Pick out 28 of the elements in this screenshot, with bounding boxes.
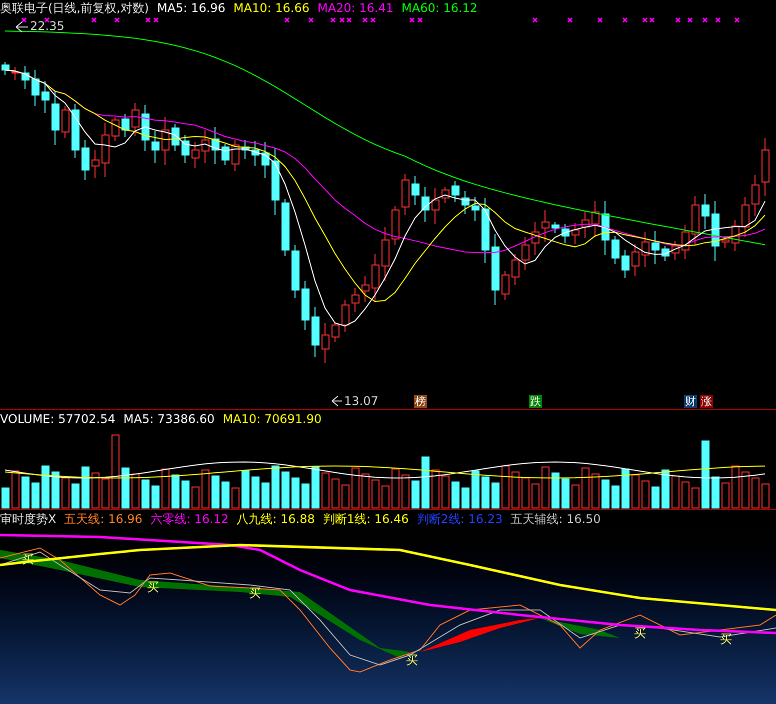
ma-value: MA10: 16.66 [233, 0, 310, 16]
volume-ma-value: MA5: 73386.60 [123, 411, 215, 427]
volume-value: VOLUME: 57702.54 [0, 411, 116, 427]
indicator-value: 判断2线: 16.23 [416, 511, 503, 527]
buy-signal-label: 买 [634, 627, 646, 639]
indicator-value: 五天线: 16.96 [64, 511, 142, 527]
volume-ma-value: MA10: 70691.90 [222, 411, 322, 427]
indicator-title: 审时度势X [0, 511, 56, 527]
pointer-arrow-icon [16, 22, 28, 32]
buy-signal-label: 买 [147, 581, 159, 593]
indicator-value: 六零线: 16.12 [150, 511, 229, 527]
indicator-value: 判断1线: 16.46 [322, 511, 409, 527]
low-price-label: 13.07 [344, 393, 378, 409]
event-marker[interactable]: 财 [684, 395, 697, 408]
pointer-arrow-icon [332, 396, 342, 406]
ma-value: MA5: 16.96 [157, 0, 226, 16]
ma-value: MA60: 16.12 [402, 0, 478, 16]
buy-signal-label: 买 [406, 654, 418, 666]
high-price-label: 22.35 [30, 18, 64, 34]
indicator-value: 八九线: 16.88 [236, 511, 315, 527]
buy-signal-label: 买 [249, 587, 261, 599]
event-marker[interactable]: 涨 [700, 395, 713, 408]
ma-value: MA20: 16.41 [317, 0, 394, 16]
indicator-value: 五天辅线: 16.50 [510, 511, 601, 527]
chart-title: 奥联电子(日线,前复权,对数) [0, 0, 149, 16]
event-marker[interactable]: 跌 [529, 395, 542, 408]
buy-signal-label: 买 [720, 633, 732, 645]
event-marker[interactable]: 榜 [414, 395, 427, 408]
